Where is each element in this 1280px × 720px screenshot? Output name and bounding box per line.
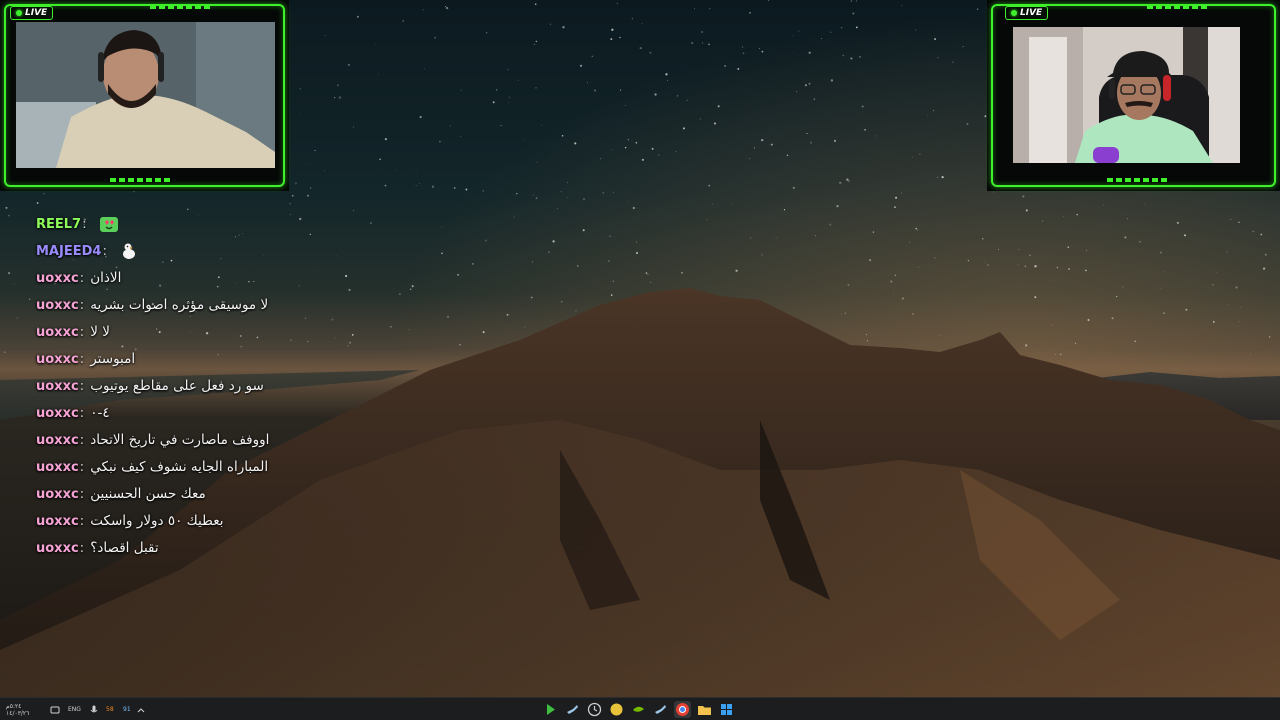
windows-taskbar: ٥:٢٤م ١٤/٠٣/٢٦ ENG 58 91 — [0, 697, 1280, 720]
chat-message: REEL7: — [36, 214, 286, 235]
chat-separator: : — [79, 486, 85, 502]
chat-text: اووفف ماصارت في تاريخ الاتحاد — [90, 432, 270, 448]
chat-message: uoxxc: سو رد فعل على مقاطع يوتيوب — [36, 376, 286, 397]
frame-decoration — [1107, 178, 1167, 182]
chat-text: امبوستر — [90, 351, 136, 367]
chat-text: الاذان — [90, 270, 122, 286]
chevron-up-icon[interactable] — [137, 698, 145, 720]
chat-separator: : — [79, 351, 85, 367]
stream-chat-overlay: REEL7: MAJEED4: uoxxc: الاذان uoxxc: لا موسيق… — [36, 214, 286, 565]
right-webcam-overlay: LIVE — [987, 0, 1280, 191]
windows-store-icon[interactable] — [718, 701, 735, 718]
chat-separator: : — [79, 540, 85, 556]
chat-message: uoxxc: معك حسن الحسنيين — [36, 484, 286, 505]
tray-value-2: 91 — [123, 706, 131, 713]
chat-username[interactable]: uoxxc — [36, 298, 79, 313]
live-indicator-icon — [16, 10, 22, 16]
chat-text: سو رد فعل على مقاطع يوتيوب — [90, 378, 264, 394]
chat-text: لا لا — [90, 324, 110, 340]
chat-username[interactable]: MAJEED4 — [36, 244, 101, 259]
chat-text: تقبل اقصاد؟ — [90, 540, 159, 556]
chat-separator: : — [79, 270, 85, 286]
frame-decoration — [150, 5, 210, 9]
taskbar-clock[interactable]: ٥:٢٤م ١٤/٠٣/٢٦ — [6, 698, 29, 720]
clock-date: ١٤/٠٣/٢٦ — [6, 709, 30, 717]
clock-time: ٥:٢٤م — [6, 702, 22, 710]
chat-message: uoxxc: الاذان — [36, 268, 286, 289]
steam-alt-icon[interactable] — [652, 701, 669, 718]
chat-username[interactable]: uoxxc — [36, 460, 79, 475]
chat-separator: : — [82, 216, 87, 232]
nvidia-icon[interactable] — [630, 701, 647, 718]
file-explorer-icon[interactable] — [696, 701, 713, 718]
duck-emote — [119, 241, 139, 261]
chat-message: uoxxc: امبوستر — [36, 349, 286, 370]
chat-text: لا موسيقى مؤثره اصوات بشريه — [90, 297, 269, 313]
chat-username[interactable]: uoxxc — [36, 352, 79, 367]
right-webcam-frame — [991, 4, 1276, 187]
chat-username[interactable]: uoxxc — [36, 406, 79, 421]
chat-separator: : — [79, 432, 85, 448]
heart-eyes-emote — [99, 214, 119, 234]
frame-decoration — [110, 178, 170, 182]
steam-icon[interactable] — [564, 701, 581, 718]
chat-message: uoxxc: بعطيك ٥٠ دولار واسكت — [36, 511, 286, 532]
chat-username[interactable]: uoxxc — [36, 379, 79, 394]
chat-text: بعطيك ٥٠ دولار واسكت — [90, 513, 224, 529]
chat-message: MAJEED4: — [36, 241, 286, 262]
chat-message: uoxxc: ٤-٠ — [36, 403, 286, 424]
chat-username[interactable]: uoxxc — [36, 487, 79, 502]
live-label: LIVE — [1020, 8, 1043, 18]
chat-separator: : — [79, 405, 85, 421]
left-webcam-frame — [4, 4, 285, 187]
chat-username[interactable]: uoxxc — [36, 541, 79, 556]
chrome-icon[interactable] — [674, 701, 691, 718]
chat-separator: : — [102, 243, 107, 259]
right-live-badge: LIVE — [1005, 6, 1049, 20]
chat-text: ٤-٠ — [90, 405, 110, 421]
chat-separator: : — [79, 378, 85, 394]
chat-message: uoxxc: لا موسيقى مؤثره اصوات بشريه — [36, 295, 286, 316]
chat-username[interactable]: uoxxc — [36, 271, 79, 286]
chat-separator: : — [79, 513, 85, 529]
chat-username[interactable]: uoxxc — [36, 433, 79, 448]
chat-message: uoxxc: لا لا — [36, 322, 286, 343]
microphone-icon[interactable] — [90, 698, 98, 720]
chat-message: uoxxc: اووفف ماصارت في تاريخ الاتحاد — [36, 430, 286, 451]
notes-app-icon[interactable] — [608, 701, 625, 718]
chat-message: uoxxc: المباراه الجايه نشوف كيف نبكي — [36, 457, 286, 478]
live-indicator-icon — [1011, 10, 1017, 16]
tray-value-1: 58 — [106, 706, 114, 713]
chat-separator: : — [79, 297, 85, 313]
language-indicator[interactable]: ENG — [68, 698, 81, 720]
chat-separator: : — [79, 324, 85, 340]
chat-username[interactable]: REEL7 — [36, 217, 81, 232]
chat-text: المباراه الجايه نشوف كيف نبكي — [90, 459, 269, 475]
chat-message: uoxxc: تقبل اقصاد؟ — [36, 538, 286, 559]
notification-icon[interactable] — [50, 698, 60, 720]
chat-separator: : — [79, 459, 85, 475]
left-webcam-overlay: LIVE — [0, 0, 289, 191]
chat-username[interactable]: uoxxc — [36, 325, 79, 340]
media-player-icon[interactable] — [542, 701, 559, 718]
clock-app-icon[interactable] — [586, 701, 603, 718]
chat-text: معك حسن الحسنيين — [90, 486, 206, 502]
chat-username[interactable]: uoxxc — [36, 514, 79, 529]
frame-decoration — [1147, 5, 1207, 9]
live-label: LIVE — [25, 8, 48, 18]
left-live-badge: LIVE — [10, 6, 54, 20]
